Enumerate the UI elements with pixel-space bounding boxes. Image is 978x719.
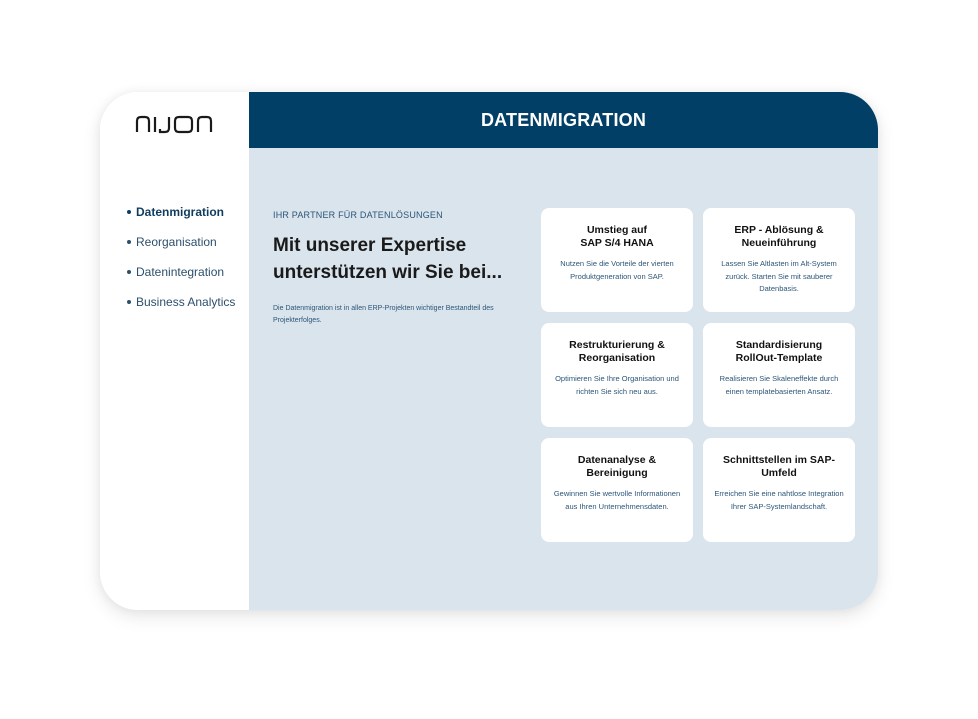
card-text: Gewinnen Sie wertvolle Informationen aus… xyxy=(553,489,681,511)
service-card-restrukturierung[interactable]: Restrukturierung & Reorganisation Optimie… xyxy=(541,323,693,427)
nijon-logo-icon xyxy=(135,115,213,134)
headline-line-2: unterstützen wir Sie bei... xyxy=(273,262,503,283)
card-title-line-1: Restrukturierung & xyxy=(569,339,665,351)
card-title-line-1: Datenanalyse & xyxy=(577,454,657,466)
sidebar: Datenmigration Reorganisation Dateninteg… xyxy=(100,92,249,610)
bullet-icon xyxy=(127,299,131,304)
sidebar-item-label: Datenmigration xyxy=(136,205,225,219)
intro-description: Die Datenmigration ist in allen ERP-Proj… xyxy=(273,305,494,324)
sidebar-item-label: Datenintegration xyxy=(136,265,225,279)
eyebrow-text: IHR PARTNER FÜR DATENLÖSUNGEN xyxy=(273,210,443,220)
sidebar-item-business-analytics[interactable]: Business Analytics xyxy=(127,294,235,324)
nijon-logo[interactable] xyxy=(135,112,217,136)
card-title: ERP - Ablösung & Neueinführung xyxy=(711,224,847,250)
sidebar-item-reorganisation[interactable]: Reorganisation xyxy=(127,234,235,264)
bullet-icon xyxy=(127,239,131,244)
sidebar-item-datenintegration[interactable]: Datenintegration xyxy=(127,264,235,294)
service-card-sap-s4hana[interactable]: Umstieg auf SAP S/4 HANA Nutzen Sie die V… xyxy=(541,208,693,312)
card-text: Erreichen Sie eine nahtlose Integration … xyxy=(714,489,844,511)
headline-line-1: Mit unserer Expertise xyxy=(273,235,467,256)
sidebar-nav: Datenmigration Reorganisation Dateninteg… xyxy=(127,204,235,324)
page-title: DATENMIGRATION xyxy=(480,109,647,130)
sidebar-item-datenmigration[interactable]: Datenmigration xyxy=(127,204,235,234)
card-title-line-2: SAP S/4 HANA xyxy=(580,237,654,249)
card-title-line-2: Reorganisation xyxy=(578,352,656,364)
bullet-icon xyxy=(127,269,131,274)
service-cards-grid: Umstieg auf SAP S/4 HANA Nutzen Sie die V… xyxy=(541,208,855,542)
card-text: Lassen Sie Altlasten im Alt-System zurüc… xyxy=(721,259,837,293)
card-text: Realisieren Sie Skaleneffekte durch eine… xyxy=(719,374,839,396)
card-title-line-2: RollOut-Template xyxy=(735,352,823,364)
card-title-line-1: Schnittstellen im SAP- xyxy=(722,454,836,466)
intro-section: IHR PARTNER FÜR DATENLÖSUNGEN Mit unsere… xyxy=(273,210,528,327)
card-title-line-2: Bereinigung xyxy=(586,467,648,479)
card-text: Nutzen Sie die Vorteile der vierten Prod… xyxy=(560,259,674,281)
service-card-schnittstellen[interactable]: Schnittstellen im SAP- Umfeld Erreichen S… xyxy=(703,438,855,542)
sidebar-item-label: Reorganisation xyxy=(136,235,217,249)
card-title-line-1: ERP - Ablösung & xyxy=(734,224,824,236)
card-title-line-2: Umfeld xyxy=(761,467,797,479)
card-text: Optimieren Sie Ihre Organisation und ric… xyxy=(555,374,679,396)
card-title: Standardisierung RollOut-Template xyxy=(711,339,847,365)
card-title: Datenanalyse & Bereinigung xyxy=(549,454,685,480)
headline: Mit unserer Expertise unterstützen wir S… xyxy=(273,232,528,286)
service-card-datenanalyse[interactable]: Datenanalyse & Bereinigung Gewinnen Sie w… xyxy=(541,438,693,542)
service-card-erp-abloesung[interactable]: ERP - Ablösung & Neueinführung Lassen Sie… xyxy=(703,208,855,312)
card-title-line-1: Umstieg auf xyxy=(586,224,648,236)
main-content: IHR PARTNER FÜR DATENLÖSUNGEN Mit unsere… xyxy=(249,148,878,610)
page-header: DATENMIGRATION xyxy=(249,92,878,148)
card-title: Schnittstellen im SAP- Umfeld xyxy=(711,454,847,480)
app-window: Datenmigration Reorganisation Dateninteg… xyxy=(100,92,878,610)
sidebar-item-label: Business Analytics xyxy=(136,295,236,309)
service-card-standardisierung[interactable]: Standardisierung RollOut-Template Realisi… xyxy=(703,323,855,427)
card-title: Umstieg auf SAP S/4 HANA xyxy=(549,224,685,250)
bullet-icon xyxy=(127,209,131,214)
card-title-line-2: Neueinführung xyxy=(741,237,817,249)
card-title-line-1: Standardisierung xyxy=(735,339,823,351)
card-title: Restrukturierung & Reorganisation xyxy=(549,339,685,365)
